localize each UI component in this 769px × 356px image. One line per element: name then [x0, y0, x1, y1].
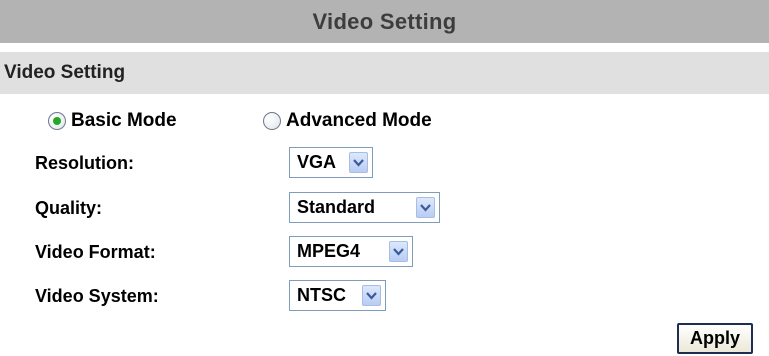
quality-value: Standard [297, 197, 376, 217]
chevron-down-icon[interactable] [349, 152, 368, 173]
chevron-down-icon[interactable] [416, 197, 435, 218]
quality-select[interactable]: Standard [289, 192, 440, 223]
section-header: Video Setting [0, 52, 769, 94]
video-format-value: MPEG4 [297, 241, 361, 261]
resolution-label: Resolution: [35, 153, 134, 173]
resolution-value: VGA [297, 152, 337, 172]
page-title: Video Setting [312, 8, 457, 34]
video-format-select[interactable]: MPEG4 [289, 236, 413, 267]
resolution-select[interactable]: VGA [289, 147, 373, 178]
quality-label: Quality: [35, 198, 103, 218]
title-bar: Video Setting [0, 0, 769, 43]
video-setting-page: Video Setting Video Setting Basic Mode A… [0, 0, 769, 356]
video-format-label: Video Format: [35, 242, 156, 262]
advanced-mode-option[interactable]: Advanced Mode [263, 108, 432, 134]
basic-mode-label[interactable]: Basic Mode [71, 110, 177, 132]
apply-button[interactable]: Apply [677, 323, 753, 354]
advanced-mode-label[interactable]: Advanced Mode [286, 110, 432, 132]
chevron-down-icon[interactable] [362, 285, 381, 306]
video-system-select[interactable]: NTSC [289, 280, 386, 311]
advanced-mode-radio[interactable] [263, 112, 281, 130]
basic-mode-option[interactable]: Basic Mode [48, 108, 177, 134]
video-system-value: NTSC [297, 285, 346, 305]
chevron-down-icon[interactable] [389, 241, 408, 262]
basic-mode-radio[interactable] [48, 112, 66, 130]
section-title: Video Setting [4, 62, 126, 83]
video-system-label: Video System: [35, 286, 159, 306]
